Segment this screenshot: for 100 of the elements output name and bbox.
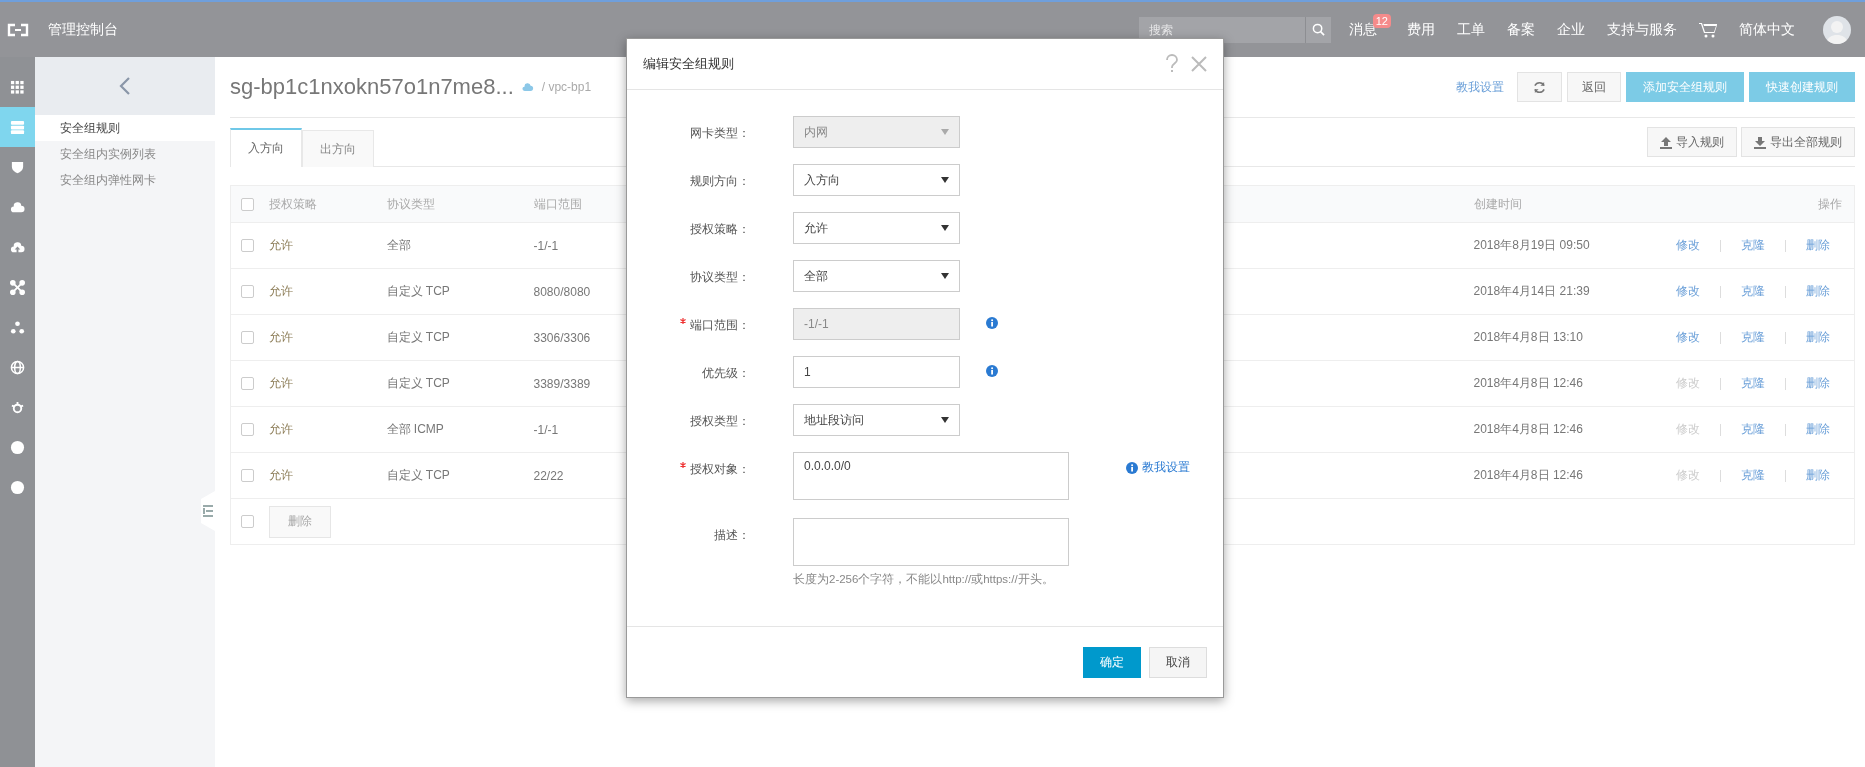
import-button[interactable]: 导入规则 <box>1647 127 1737 157</box>
select-field[interactable]: 地址段访问 <box>793 404 960 436</box>
input-field[interactable]: 1 <box>793 356 960 388</box>
action-link[interactable]: 删除 <box>1806 421 1830 438</box>
table-cell: 自定义 TCP <box>386 468 450 482</box>
action-link[interactable]: 修改 <box>1676 329 1700 346</box>
checkbox[interactable] <box>241 515 254 528</box>
select-field[interactable]: 全部 <box>793 260 960 292</box>
table-cell: 3389/3389 <box>533 376 591 391</box>
checkbox[interactable] <box>241 377 254 390</box>
collapse-icon <box>203 505 213 517</box>
column-header: 创建时间 <box>1473 196 1522 211</box>
table-cell: 允许 <box>268 238 293 252</box>
table-cell: 2018年8月19日 09:50 <box>1473 238 1590 252</box>
action-link[interactable]: 克隆 <box>1741 375 1765 392</box>
grid-icon <box>10 79 25 95</box>
caret-icon <box>941 225 949 231</box>
dialog-title: 编辑安全组规则 <box>643 55 735 73</box>
hint-text: 长度为2-256个字符，不能以http://或https://开头。 <box>793 572 1055 587</box>
action-link[interactable]: 克隆 <box>1741 283 1765 300</box>
help-link[interactable]: 教我设置 <box>1126 459 1190 476</box>
field-label: 授权对象： <box>690 462 750 476</box>
field-label: 端口范围： <box>690 318 750 332</box>
direction-tab[interactable]: 入方向 <box>230 128 302 167</box>
close-icon[interactable] <box>1191 56 1207 72</box>
select-field[interactable]: 允许 <box>793 212 960 244</box>
field-label: 描述： <box>714 528 750 542</box>
language-link[interactable]: 简体中文 <box>1739 20 1795 39</box>
table-cell: 自定义 TCP <box>386 376 450 390</box>
select-field[interactable]: 入方向 <box>793 164 960 196</box>
search-button[interactable] <box>1304 16 1331 43</box>
nav-link[interactable]: 工单 <box>1457 20 1485 39</box>
column-header: 端口范围 <box>533 196 582 211</box>
table-cell: 全部 ICMP <box>386 422 444 436</box>
search-icon <box>1311 23 1325 36</box>
checkbox[interactable] <box>241 197 254 211</box>
nav-link[interactable]: 支持与服务 <box>1607 20 1677 39</box>
nav-button[interactable] <box>0 107 35 147</box>
text-area[interactable]: 0.0.0.0/0 <box>793 452 1069 500</box>
table-cell: 3306/3306 <box>533 330 591 345</box>
refresh-icon <box>1533 80 1546 94</box>
table-cell: 2018年4月8日 13:10 <box>1473 330 1583 344</box>
action-button[interactable]: 快速创建规则 <box>1749 72 1855 102</box>
action-link[interactable]: 克隆 <box>1741 237 1765 254</box>
action-link[interactable]: 删除 <box>1806 283 1830 300</box>
back-button[interactable]: 返回 <box>1567 72 1621 102</box>
cloud-icon <box>10 199 25 215</box>
table-cell: 8080/8080 <box>533 284 591 299</box>
breadcrumb[interactable]: / vpc-bp1 <box>541 80 592 94</box>
download-icon <box>1754 135 1766 149</box>
column-header: 协议类型 <box>386 196 435 211</box>
field-label: 授权策略： <box>690 222 750 236</box>
nav-link[interactable]: 费用 <box>1407 20 1435 39</box>
action-link[interactable]: 克隆 <box>1741 329 1765 346</box>
server-icon <box>10 119 25 135</box>
sidebar-item[interactable]: 安全组规则 <box>35 115 215 141</box>
action-link[interactable]: 删除 <box>1806 237 1830 254</box>
export-button[interactable]: 导出全部规则 <box>1741 127 1855 157</box>
checkbox[interactable] <box>241 423 254 436</box>
table-cell: 允许 <box>268 422 293 436</box>
help-link[interactable]: 教我设置 <box>1456 78 1504 96</box>
nav-link[interactable]: 备案 <box>1507 20 1535 39</box>
confirm-button[interactable]: 确定 <box>1083 646 1141 678</box>
refresh-button[interactable] <box>1517 72 1562 102</box>
help-icon[interactable] <box>1165 54 1179 74</box>
checkbox[interactable] <box>241 285 254 298</box>
action-link[interactable]: 删除 <box>1806 375 1830 392</box>
table-cell: 22/22 <box>533 468 564 483</box>
search-field[interactable]: 搜索 <box>1138 16 1305 43</box>
action-link[interactable]: 克隆 <box>1741 467 1765 484</box>
shield-icon <box>10 159 25 175</box>
console-title[interactable]: 管理控制台 <box>48 20 118 39</box>
sidebar-item[interactable]: 安全组内弹性网卡 <box>35 167 215 193</box>
table-cell: 允许 <box>268 284 293 298</box>
sidebar-item[interactable]: 安全组内实例列表 <box>35 141 215 167</box>
checkbox[interactable] <box>241 469 254 482</box>
caret-icon <box>941 177 949 183</box>
table-cell: 2018年4月8日 12:46 <box>1473 422 1583 436</box>
logo-icon <box>7 22 29 37</box>
action-link[interactable]: 修改 <box>1676 237 1700 254</box>
cancel-button[interactable]: 取消 <box>1149 646 1207 678</box>
action-link[interactable]: 克隆 <box>1741 421 1765 438</box>
action-button[interactable]: 添加安全组规则 <box>1626 72 1744 102</box>
action-link[interactable]: 修改 <box>1676 283 1700 300</box>
table-cell: -1/-1 <box>533 238 559 253</box>
table-cell: 2018年4月8日 12:46 <box>1473 376 1583 390</box>
upload-icon <box>1660 135 1672 149</box>
cart-icon[interactable] <box>1699 21 1717 38</box>
checkbox[interactable] <box>241 331 254 344</box>
caret-icon <box>941 417 949 423</box>
action-link[interactable]: 删除 <box>1806 467 1830 484</box>
text-area[interactable] <box>793 518 1069 566</box>
table-cell: 自定义 TCP <box>386 330 450 344</box>
checkbox[interactable] <box>241 239 254 252</box>
caret-icon <box>941 129 949 135</box>
direction-tab[interactable]: 出方向 <box>302 130 374 167</box>
action-link[interactable]: 删除 <box>1806 329 1830 346</box>
nav-link[interactable]: 企业 <box>1557 20 1585 39</box>
back-chevron-icon[interactable] <box>119 76 131 96</box>
table-cell: -1/-1 <box>533 422 559 437</box>
